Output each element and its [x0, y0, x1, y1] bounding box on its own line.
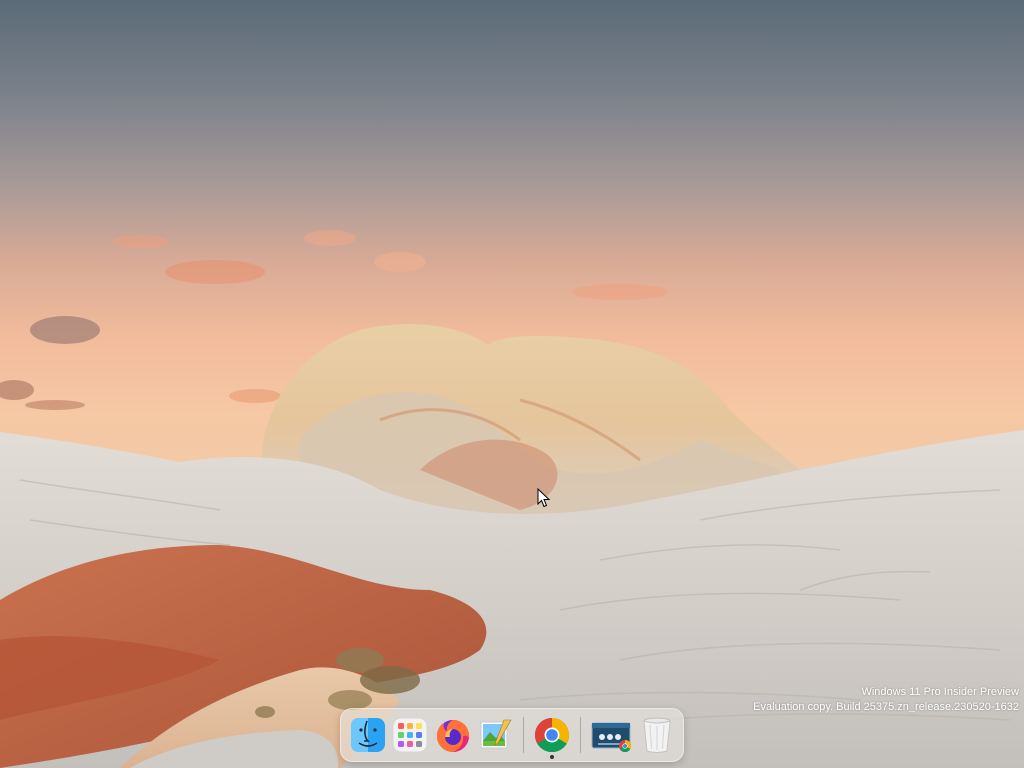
trash-icon — [643, 717, 671, 753]
firefox-icon — [437, 720, 470, 752]
dock-item-launchpad[interactable] — [392, 715, 428, 755]
dock-item-finder[interactable] — [350, 715, 386, 755]
dock — [340, 708, 684, 762]
dock-item-firefox[interactable] — [434, 715, 472, 755]
dock-item-chrome-window[interactable] — [590, 715, 634, 755]
desktop-wallpaper — [0, 230, 1024, 768]
dock-item-trash[interactable] — [640, 715, 674, 755]
dock-item-chrome[interactable] — [533, 715, 571, 759]
dock-separator — [579, 717, 581, 753]
watermark-edition: Windows 11 Pro Insider Preview — [861, 686, 1019, 698]
desktop[interactable]: Windows 11 Pro Insider Preview Evaluatio… — [0, 0, 1024, 768]
finder-icon — [351, 718, 385, 752]
dock-item-preview[interactable] — [478, 715, 514, 755]
chrome-window-thumbnail-icon — [591, 722, 631, 753]
running-indicator-dot — [549, 755, 554, 759]
watermark-build: Evaluation copy. Build 25375.zn_release.… — [753, 701, 1019, 713]
preview-icon — [480, 719, 512, 749]
chrome-icon — [534, 718, 569, 752]
mouse-cursor-icon — [537, 488, 551, 508]
dock-separator — [523, 717, 524, 753]
launchpad-icon — [392, 717, 428, 753]
windows-evaluation-watermark: Windows 11 Pro Insider Preview Evaluatio… — [753, 685, 1019, 715]
